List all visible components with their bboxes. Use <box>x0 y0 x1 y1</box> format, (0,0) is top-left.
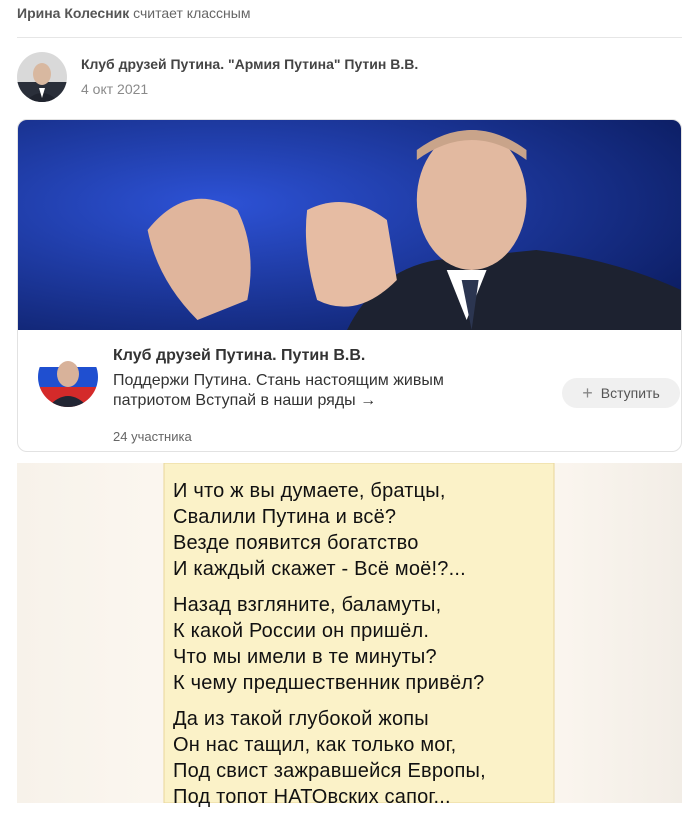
post-header: Клуб друзей Путина. "Армия Путина" Путин… <box>17 52 418 102</box>
activity-action: считает классным <box>133 5 251 21</box>
banner-image <box>18 120 681 330</box>
poem-stanza-3: Да из такой глубокой жопы Он нас тащил, … <box>173 706 543 810</box>
plus-icon: + <box>582 383 593 403</box>
poem-line: И каждый скажет - Всё моё!?... <box>173 558 466 580</box>
join-button-label: Вступить <box>600 385 660 401</box>
divider <box>17 37 682 38</box>
activity-line: Ирина Колесник считает классным <box>17 5 250 21</box>
poem-line: Назад взгляните, баламуты, <box>173 594 442 616</box>
poem-line: Что мы имели в те минуты? <box>173 646 437 668</box>
group-avatar[interactable] <box>17 52 67 102</box>
poem-line: Везде появится богатство <box>173 532 419 554</box>
poem-stanza-2: Назад взгляните, баламуты, К какой Росси… <box>173 592 543 696</box>
group-name-link[interactable]: Клуб друзей Путина. "Армия Путина" Путин… <box>81 56 418 72</box>
poem-line: К чему предшественник привёл? <box>173 672 485 694</box>
poem-stanza-1: И что ж вы думаете, братцы, Свалили Пути… <box>173 478 543 582</box>
activity-user-link[interactable]: Ирина Колесник <box>17 5 129 21</box>
card-group-title[interactable]: Клуб друзей Путина. Путин В.В. <box>113 347 365 365</box>
join-button[interactable]: + Вступить <box>562 378 680 408</box>
poem-line: Он нас тащил, как только мог, <box>173 734 457 756</box>
card-member-count: 24 участника <box>113 429 192 444</box>
poem-line: И что ж вы думаете, братцы, <box>173 480 446 502</box>
poem-line: Да из такой глубокой жопы <box>173 708 429 730</box>
poem-line: Под свист зажравшейся Европы, <box>173 760 486 782</box>
poem-line: Под топот НАТОвских сапог... <box>173 786 451 808</box>
card-group-avatar[interactable] <box>38 347 98 407</box>
poem-text: И что ж вы думаете, братцы, Свалили Пути… <box>173 478 543 820</box>
poem-line: К какой России он пришёл. <box>173 620 430 642</box>
card-group-description: Поддержи Путина. Стань настоящим живым п… <box>113 372 444 409</box>
post-date: 4 окт 2021 <box>81 81 149 97</box>
poem-line: Свалили Путина и всё? <box>173 506 397 528</box>
